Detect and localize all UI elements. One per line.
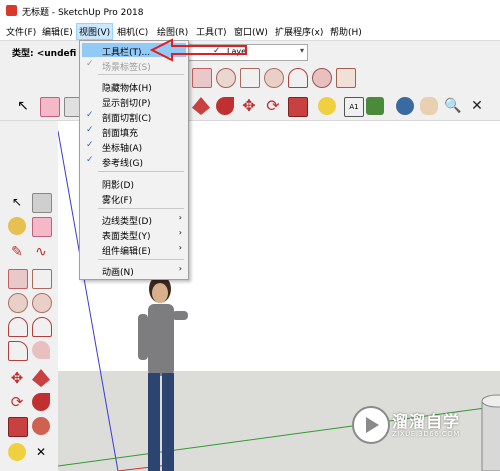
menu-item-hidden-geometry[interactable]: 隐藏物体(H) <box>102 81 152 94</box>
watermark-url: ZIXUE.3D66.COM <box>392 430 460 438</box>
menu-item-fog[interactable]: 雾化(F) <box>102 193 132 206</box>
check-icon: ✓ <box>86 110 94 120</box>
menu-item-face-style[interactable]: 表面类型(Y) <box>102 229 151 242</box>
scale-figure <box>138 275 188 471</box>
menu-item-section-cuts[interactable]: 剖面切割(C) <box>102 111 151 124</box>
menu-separator <box>98 74 184 75</box>
menu-help[interactable]: 帮助(H) <box>330 25 362 38</box>
window-title: 无标题 - SketchUp Pro 2018 <box>22 8 144 18</box>
text-tool-icon[interactable]: A1 <box>344 97 364 117</box>
select-arrow-icon[interactable]: ↖ <box>14 97 32 115</box>
eraser-icon[interactable] <box>32 217 52 237</box>
menu-item-animation[interactable]: 动画(N) <box>102 265 134 278</box>
view-menu-dropdown: 工具栏(T)... ✓ 场景标签(S) 隐藏物体(H) 显示剖切(P) ✓ 剖面… <box>79 40 189 280</box>
pie-icon[interactable] <box>312 68 332 88</box>
check-icon: ✓ <box>86 140 94 150</box>
rectangle-icon[interactable] <box>8 269 28 289</box>
watermark-title: 溜溜自学 <box>392 412 461 431</box>
menu-item-axes[interactable]: 坐标轴(A) <box>102 141 142 154</box>
menu-item-edge-style[interactable]: 边线类型(D) <box>102 214 152 227</box>
rotated-rectangle-icon[interactable] <box>32 269 52 289</box>
annotation-arrow-icon <box>150 38 247 62</box>
rotate-icon[interactable]: ⟳ <box>8 393 26 411</box>
polygon-icon[interactable] <box>32 293 52 313</box>
check-icon: ✓ <box>86 59 94 69</box>
sketchup-logo-icon <box>6 5 17 16</box>
orbit-icon[interactable] <box>396 97 414 115</box>
pan-hand-icon[interactable] <box>420 97 438 115</box>
move-icon[interactable]: ✥ <box>240 97 258 115</box>
drawing-toolbar <box>180 64 360 90</box>
circle-icon[interactable] <box>216 68 236 88</box>
follow-me-icon[interactable] <box>32 393 50 411</box>
follow-me-icon[interactable] <box>216 97 234 115</box>
watermark: 溜溜自学 ZIXUE.3D66.COM <box>352 402 472 452</box>
menu-separator <box>98 171 184 172</box>
menu-item-section-fill[interactable]: 剖面填充 <box>102 126 138 139</box>
type-label: 类型: <undefi <box>12 49 77 59</box>
main-toolbar: ↖ ✥ ⟳ A1 🔍 ✕ <box>0 92 500 121</box>
arc-3point-icon[interactable] <box>336 68 356 88</box>
scale-icon[interactable] <box>288 97 308 117</box>
select-arrow-icon[interactable]: ↖ <box>8 193 26 211</box>
menu-draw[interactable]: 绘图(R) <box>157 25 188 38</box>
arc-icon[interactable] <box>288 68 308 88</box>
left-toolbar: ↖ ✎ ∿ ✥ ⟳ ✕ <box>0 185 56 471</box>
check-icon: ✓ <box>86 155 94 165</box>
cylinder-object <box>481 394 500 471</box>
rotate-icon[interactable]: ⟳ <box>264 97 282 115</box>
arc-3point-icon[interactable] <box>8 341 28 361</box>
check-icon: ✓ <box>86 125 94 135</box>
menu-item-shadows[interactable]: 阴影(D) <box>102 178 134 191</box>
menu-extensions[interactable]: 扩展程序(x) <box>275 25 323 38</box>
submenu-arrow-icon: › <box>178 264 182 273</box>
move-icon[interactable]: ✥ <box>8 369 26 387</box>
tape-measure-icon[interactable] <box>318 97 336 115</box>
menu-item-toolbars[interactable]: 工具栏(T)... <box>102 45 150 58</box>
menu-item-component-edit[interactable]: 组件编辑(E) <box>102 244 151 257</box>
arc-icon[interactable] <box>8 317 28 337</box>
menu-item-scene-tabs: 场景标签(S) <box>102 63 151 73</box>
tape-measure-icon[interactable] <box>8 443 26 461</box>
submenu-arrow-icon: › <box>178 243 182 252</box>
menu-view[interactable]: 视图(V) <box>76 23 114 40</box>
scale-icon[interactable] <box>8 417 28 437</box>
freehand-icon[interactable]: ∿ <box>32 243 50 261</box>
watermark-logo-icon <box>352 406 390 444</box>
menu-window[interactable]: 窗口(W) <box>234 25 268 38</box>
eraser-icon[interactable] <box>40 97 60 117</box>
title-bar: 无标题 - SketchUp Pro 2018 <box>0 0 500 23</box>
menu-separator <box>98 208 184 209</box>
push-pull-icon[interactable] <box>32 369 50 387</box>
axes-tool-icon[interactable] <box>366 97 384 115</box>
text-tool-icon[interactable]: ✕ <box>32 443 50 461</box>
menu-tools[interactable]: 工具(T) <box>196 25 227 38</box>
polygon-icon[interactable] <box>264 68 284 88</box>
make-component-icon[interactable] <box>32 193 52 213</box>
paint-bucket-icon[interactable] <box>8 217 26 235</box>
menu-separator <box>98 259 184 260</box>
push-pull-icon[interactable] <box>192 97 210 115</box>
rotated-rectangle-icon[interactable] <box>240 68 260 88</box>
menu-edit[interactable]: 编辑(E) <box>42 25 73 38</box>
menu-item-guides[interactable]: 参考线(G) <box>102 156 143 169</box>
offset-icon[interactable] <box>32 417 50 435</box>
submenu-arrow-icon: › <box>178 228 182 237</box>
line-icon[interactable]: ✎ <box>8 243 26 261</box>
red-axis-line <box>117 464 169 471</box>
zoom-extents-icon[interactable]: ✕ <box>468 97 486 115</box>
menu-item-section-planes[interactable]: 显示剖切(P) <box>102 96 150 109</box>
circle-icon[interactable] <box>8 293 28 313</box>
zoom-icon[interactable]: 🔍 <box>444 97 462 115</box>
menu-camera[interactable]: 相机(C) <box>117 25 148 38</box>
menu-file[interactable]: 文件(F) <box>6 25 36 38</box>
rectangle-icon[interactable] <box>192 68 212 88</box>
menu-bar: 文件(F) 编辑(E) 视图(V) 相机(C) 绘图(R) 工具(T) 窗口(W… <box>0 22 500 41</box>
arc-2point-icon[interactable] <box>32 317 52 337</box>
submenu-arrow-icon: › <box>178 213 182 222</box>
pie-icon[interactable] <box>32 341 50 359</box>
chevron-down-icon: ▾ <box>299 46 304 55</box>
